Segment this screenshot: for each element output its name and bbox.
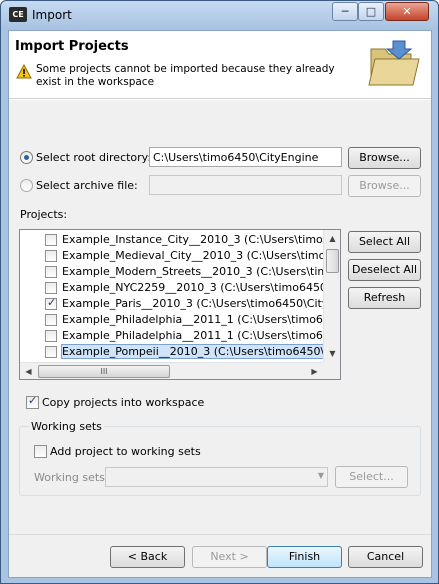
root-directory-label: Select root directory: xyxy=(36,151,152,164)
project-row[interactable]: Example_Philadelphia__2011_1 (C:\Users\t… xyxy=(20,328,323,344)
minimize-button[interactable]: ─ xyxy=(332,2,358,21)
close-button[interactable]: ✕ xyxy=(385,2,429,21)
window-title: Import xyxy=(32,8,72,22)
header-message: Some projects cannot be imported because… xyxy=(36,63,335,88)
horizontal-scroll-thumb[interactable]: III xyxy=(38,365,170,378)
project-checkbox[interactable] xyxy=(45,346,57,358)
archive-file-input[interactable] xyxy=(149,175,342,195)
project-row[interactable]: Example_Medieval_City__2010_3 (C:\Users\… xyxy=(20,248,323,264)
projects-label: Projects: xyxy=(20,208,68,221)
projects-horizontal-scrollbar[interactable]: ◀ III ▶ xyxy=(20,362,323,379)
warning-icon xyxy=(16,64,32,79)
project-checkbox[interactable] xyxy=(45,314,57,326)
project-checkbox[interactable] xyxy=(45,282,57,294)
select-all-button[interactable]: Select All xyxy=(348,231,421,253)
scroll-up-icon[interactable]: ▲ xyxy=(324,230,340,247)
project-row[interactable]: Example_Pompeii__2010_3 (C:\Users\timo64… xyxy=(20,344,323,360)
browse-archive-button[interactable]: Browse... xyxy=(348,175,421,197)
project-row[interactable]: Example_NYC2259__2010_3 (C:\Users\timo64… xyxy=(20,280,323,296)
scroll-left-icon[interactable]: ◀ xyxy=(20,363,37,379)
project-checkbox[interactable] xyxy=(45,296,57,310)
scroll-right-icon[interactable]: ▶ xyxy=(306,363,323,379)
page-title: Import Projects xyxy=(15,39,129,54)
projects-vertical-scrollbar[interactable]: ▲ ▼ xyxy=(323,230,340,362)
project-checkbox[interactable] xyxy=(45,266,57,278)
import-dialog: CE Import ─ □ ✕ Import Projects Some pro… xyxy=(0,0,439,584)
maximize-button[interactable]: □ xyxy=(358,2,384,21)
scroll-corner xyxy=(323,362,340,379)
projects-list[interactable]: Example_Instance_City__2010_3 (C:\Users\… xyxy=(19,229,341,380)
root-directory-radio[interactable] xyxy=(20,151,33,164)
copy-projects-label: Copy projects into workspace xyxy=(42,396,205,409)
wizard-body: Select root directory: C:\Users\timo6450… xyxy=(9,100,431,534)
cityengine-app-icon: CE xyxy=(9,7,27,22)
finish-button[interactable]: Finish xyxy=(267,546,342,568)
working-sets-label: Working sets: xyxy=(34,471,109,484)
projects-rows: Example_Instance_City__2010_3 (C:\Users\… xyxy=(20,232,323,362)
next-button[interactable]: Next > xyxy=(192,546,267,568)
project-label: Example_Modern_Streets__2010_3 (C:\Users… xyxy=(62,265,323,278)
title-bar[interactable]: CE Import ─ □ ✕ xyxy=(1,1,438,29)
add-to-working-sets-label: Add project to working sets xyxy=(50,445,201,458)
copy-projects-checkbox[interactable] xyxy=(26,394,39,409)
project-checkbox[interactable] xyxy=(45,250,57,262)
root-directory-input[interactable]: C:\Users\timo6450\CityEngine xyxy=(149,147,342,167)
add-to-working-sets-checkbox[interactable] xyxy=(34,445,47,458)
archive-file-label: Select archive file: xyxy=(36,179,138,192)
chevron-down-icon: ▼ xyxy=(317,471,324,480)
back-button[interactable]: < Back xyxy=(110,546,185,568)
wizard-header: Import Projects Some projects cannot be … xyxy=(9,31,431,99)
project-label: Example_NYC2259__2010_3 (C:\Users\timo64… xyxy=(62,281,323,294)
project-row[interactable]: Example_Paris__2010_3 (C:\Users\timo6450… xyxy=(20,296,323,312)
archive-file-radio[interactable] xyxy=(20,179,33,192)
project-row[interactable]: Example_Instance_City__2010_3 (C:\Users\… xyxy=(20,232,323,248)
working-sets-group-title: Working sets xyxy=(29,420,104,433)
project-label: Example_Pompeii__2010_3 (C:\Users\timo64… xyxy=(61,344,323,359)
project-label: Example_Paris__2010_3 (C:\Users\timo6450… xyxy=(62,297,323,310)
project-row[interactable]: Example_Philadelphia__2011_1 (C:\Users\t… xyxy=(20,312,323,328)
browse-directory-button[interactable]: Browse... xyxy=(348,147,421,169)
dialog-client-area: Import Projects Some projects cannot be … xyxy=(8,30,432,578)
vertical-scroll-thumb[interactable] xyxy=(326,249,339,273)
select-working-sets-button[interactable]: Select... xyxy=(335,466,408,488)
deselect-all-button[interactable]: Deselect All xyxy=(348,259,421,281)
project-label: Example_Medieval_City__2010_3 (C:\Users\… xyxy=(62,249,323,262)
project-label: Example_Philadelphia__2011_1 (C:\Users\t… xyxy=(62,329,323,342)
working-sets-dropdown[interactable]: ▼ xyxy=(105,467,328,487)
project-checkbox[interactable] xyxy=(45,234,57,246)
project-label: Example_Philadelphia__2011_1 (C:\Users\t… xyxy=(62,313,323,326)
cancel-button[interactable]: Cancel xyxy=(348,546,423,568)
project-checkbox[interactable] xyxy=(45,330,57,342)
wizard-footer: < Back Next > Finish Cancel xyxy=(9,535,431,577)
project-label: Example_Instance_City__2010_3 (C:\Users\… xyxy=(62,233,323,246)
project-row[interactable]: Example_Modern_Streets__2010_3 (C:\Users… xyxy=(20,264,323,280)
folder-icon xyxy=(368,40,420,86)
refresh-button[interactable]: Refresh xyxy=(348,287,421,309)
scroll-down-icon[interactable]: ▼ xyxy=(324,345,340,362)
